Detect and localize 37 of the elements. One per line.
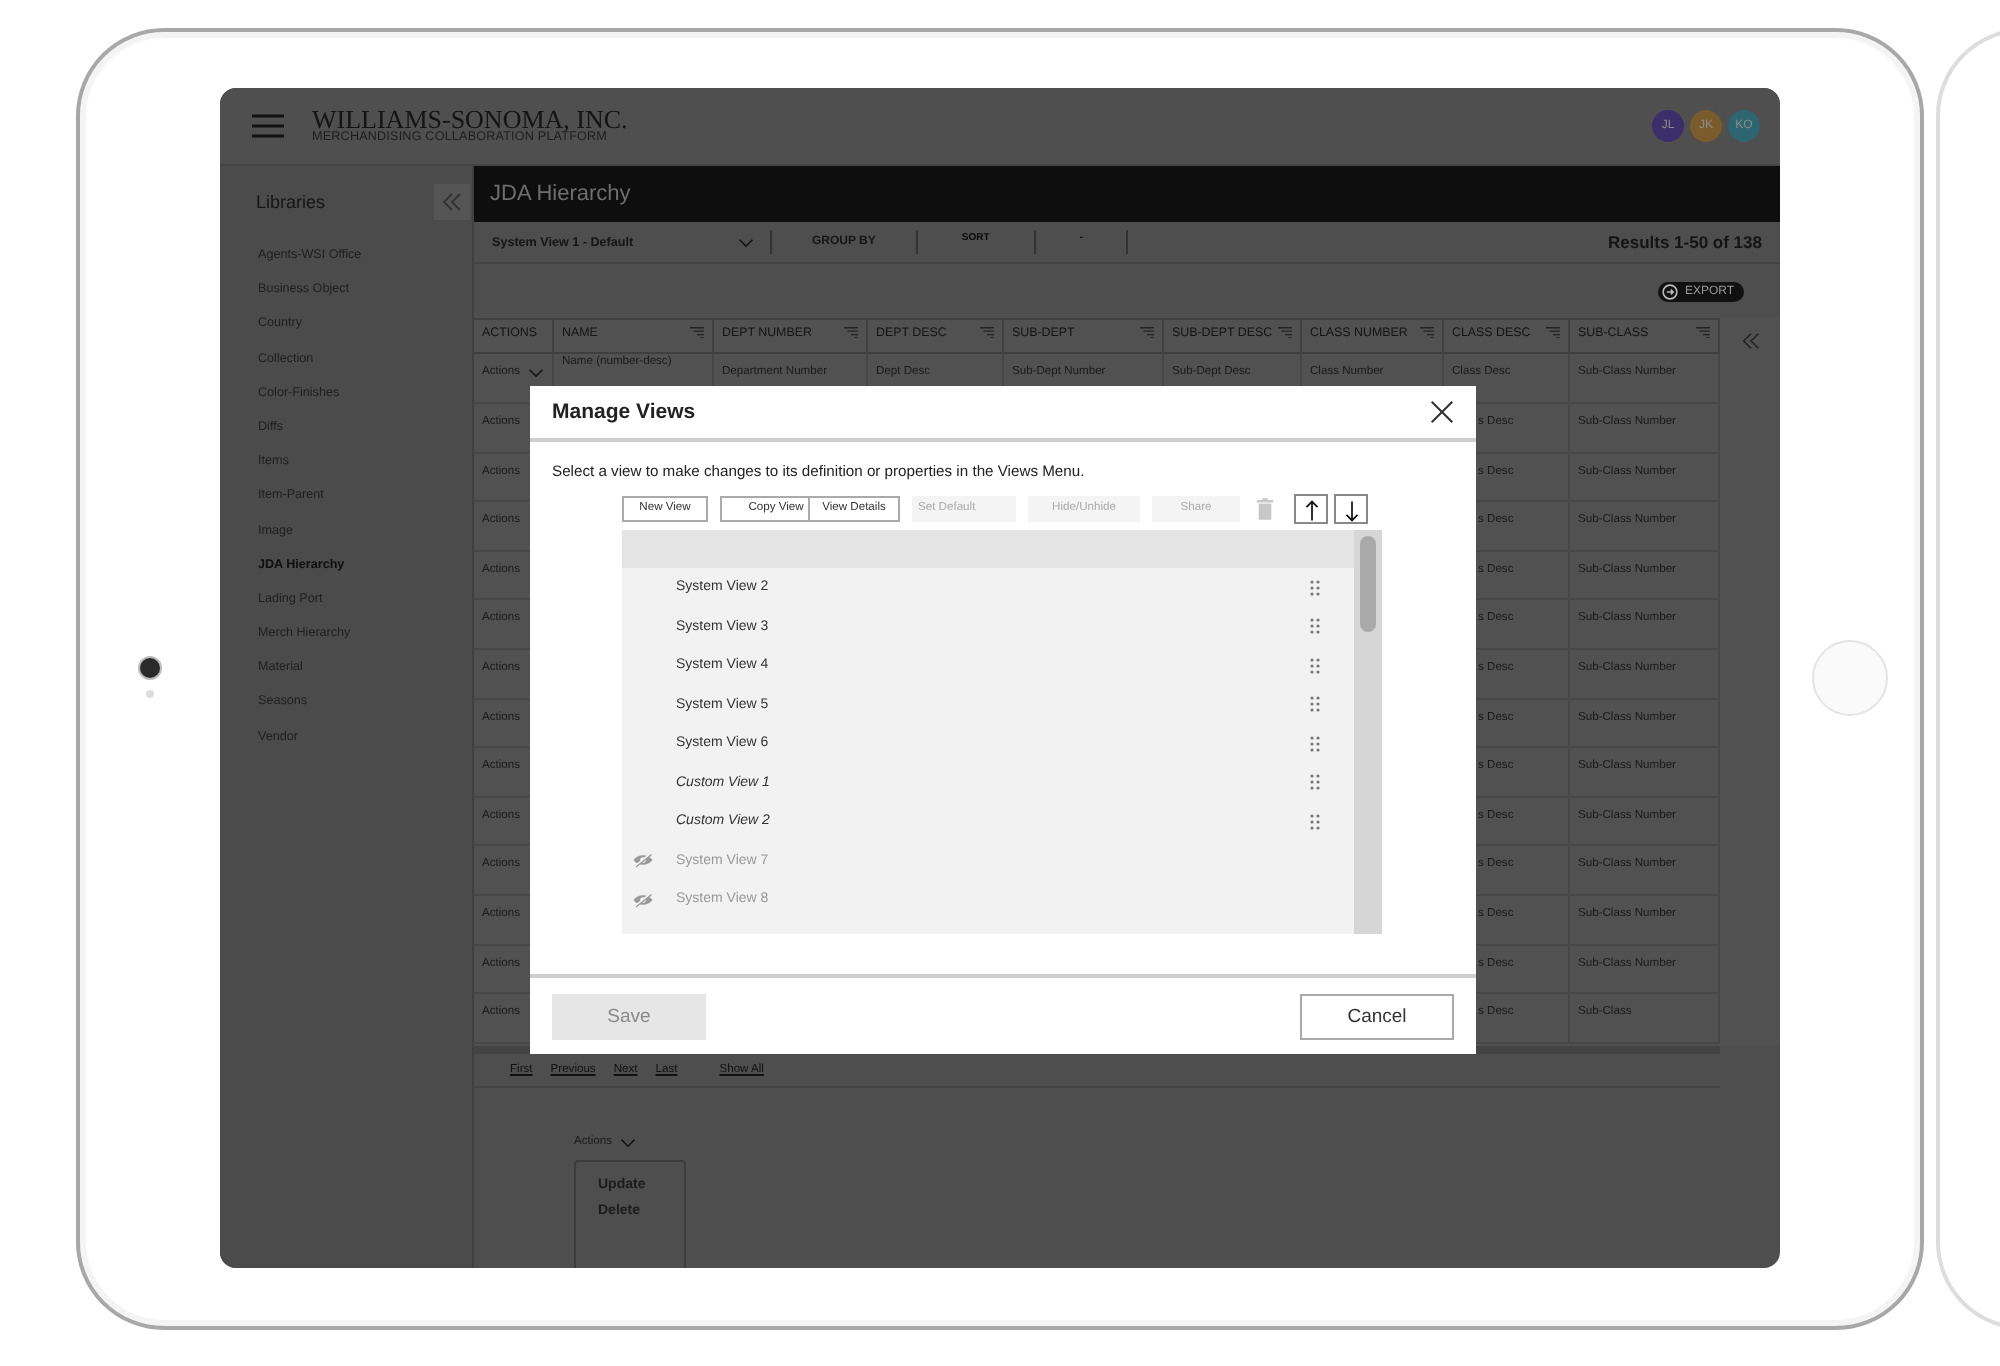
sensor-dot bbox=[146, 690, 154, 698]
arrow-up-icon bbox=[1303, 499, 1319, 521]
export-icon bbox=[1662, 283, 1679, 299]
scrollbar-thumb[interactable] bbox=[1360, 536, 1376, 632]
camera-lens bbox=[140, 658, 160, 678]
dialog-title: Manage Views bbox=[552, 400, 696, 424]
page-title: JDA Hierarchy bbox=[490, 182, 631, 206]
filter-icon[interactable] bbox=[1278, 326, 1292, 338]
drag-handle-icon[interactable] bbox=[1310, 774, 1320, 791]
chevron-down-icon bbox=[738, 237, 754, 247]
menu-icon[interactable] bbox=[252, 114, 284, 138]
drag-handle-icon[interactable] bbox=[1310, 579, 1320, 596]
home-button[interactable] bbox=[1812, 640, 1888, 716]
collapse-icon[interactable] bbox=[434, 184, 470, 220]
drag-handle-icon[interactable] bbox=[1310, 735, 1320, 752]
drag-handle-icon[interactable] bbox=[1310, 813, 1320, 830]
drag-handle-icon[interactable] bbox=[1310, 696, 1320, 713]
filter-icon[interactable] bbox=[1696, 326, 1710, 338]
trash-icon[interactable] bbox=[1256, 497, 1274, 519]
move-up-button[interactable] bbox=[1294, 493, 1328, 523]
filter-icon[interactable] bbox=[690, 326, 704, 338]
results-count: Results 1-50 of 138 bbox=[1607, 232, 1762, 252]
filter-icon[interactable] bbox=[1140, 326, 1154, 338]
move-down-button[interactable] bbox=[1334, 493, 1368, 523]
cancel-button[interactable]: Cancel bbox=[1300, 993, 1454, 1039]
close-icon[interactable] bbox=[1430, 400, 1454, 424]
chevron-down-icon bbox=[528, 367, 545, 377]
filter-icon[interactable] bbox=[1420, 326, 1434, 338]
chevron-down-icon bbox=[620, 1137, 637, 1147]
filter-icon[interactable] bbox=[1546, 326, 1560, 338]
brand-logo: WILLIAMS-SONOMA, INC. bbox=[312, 106, 628, 133]
arrow-down-icon bbox=[1343, 499, 1359, 521]
filter-icon[interactable] bbox=[980, 326, 994, 338]
drag-handle-icon[interactable] bbox=[1310, 657, 1320, 674]
drag-handle-icon[interactable] bbox=[1310, 618, 1320, 635]
expand-icon[interactable] bbox=[1739, 330, 1761, 352]
filter-icon[interactable] bbox=[844, 326, 858, 338]
